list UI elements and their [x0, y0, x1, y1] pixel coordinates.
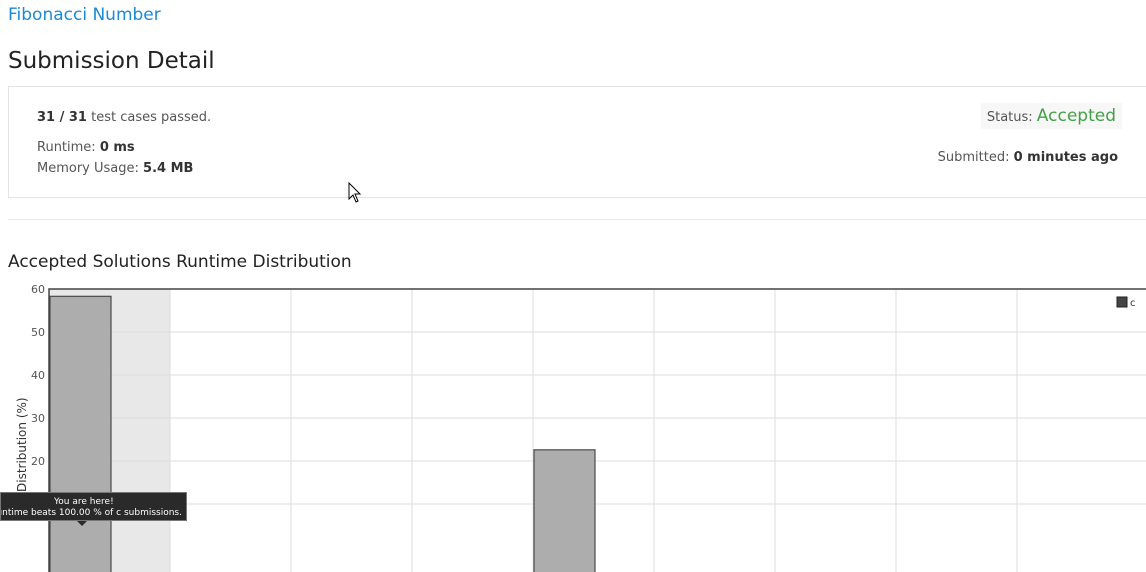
tooltip-arrow [77, 521, 87, 526]
memory-label: Memory Usage: [37, 161, 144, 176]
y-tick-label: 50 [31, 326, 45, 339]
runtime-distribution-chart: 102030405060 Distribution (%) c [15, 283, 1146, 572]
section-divider [8, 219, 1146, 220]
submitted-label: Submitted: [937, 150, 1014, 165]
test-cases-passed: 31 / 31 test cases passed. [37, 110, 211, 125]
test-cases-count: 31 / 31 [37, 110, 87, 125]
submitted-time: Submitted: 0 minutes ago [938, 150, 1118, 165]
chart-bar [533, 449, 596, 572]
submitted-value: 0 minutes ago [1013, 150, 1118, 165]
status-badge: Status: Accepted [980, 103, 1122, 129]
legend-swatch [1116, 296, 1128, 308]
y-tick-label: 40 [31, 369, 45, 382]
distribution-title: Accepted Solutions Runtime Distribution [8, 252, 352, 272]
chart-bar [49, 295, 112, 572]
chart-legend[interactable]: c [1116, 296, 1136, 309]
runtime: Runtime: 0 ms [37, 140, 135, 155]
y-axis-ticks: 102030405060 [31, 283, 45, 511]
submission-detail-panel: 31 / 31 test cases passed. Runtime: 0 ms… [8, 86, 1146, 198]
runtime-value: 0 ms [99, 140, 135, 155]
y-tick-label: 60 [31, 283, 45, 296]
memory-value: 5.4 MB [143, 161, 194, 176]
plot-frame [48, 288, 1146, 572]
memory-usage: Memory Usage: 5.4 MB [37, 161, 193, 176]
status-label: Status: [986, 110, 1037, 125]
runtime-label: Runtime: [37, 140, 100, 155]
problem-title-link[interactable]: Fibonacci Number [8, 5, 161, 25]
chart-gridlines [49, 288, 1146, 572]
y-tick-label: 20 [31, 455, 45, 468]
test-cases-suffix: test cases passed. [86, 110, 212, 125]
y-axis-label: Distribution (%) [15, 397, 29, 492]
you-are-here-tooltip: You are here! r runtime beats 100.00 % o… [0, 492, 187, 521]
y-tick-label: 30 [31, 412, 45, 425]
status-value: Accepted [1036, 106, 1116, 126]
legend-label: c [1130, 298, 1136, 309]
page-title: Submission Detail [8, 48, 215, 74]
tooltip-text: r runtime beats 100.00 % of c submission… [0, 508, 182, 518]
tooltip-title: You are here! [54, 497, 114, 507]
mouse-cursor-icon [348, 182, 362, 203]
